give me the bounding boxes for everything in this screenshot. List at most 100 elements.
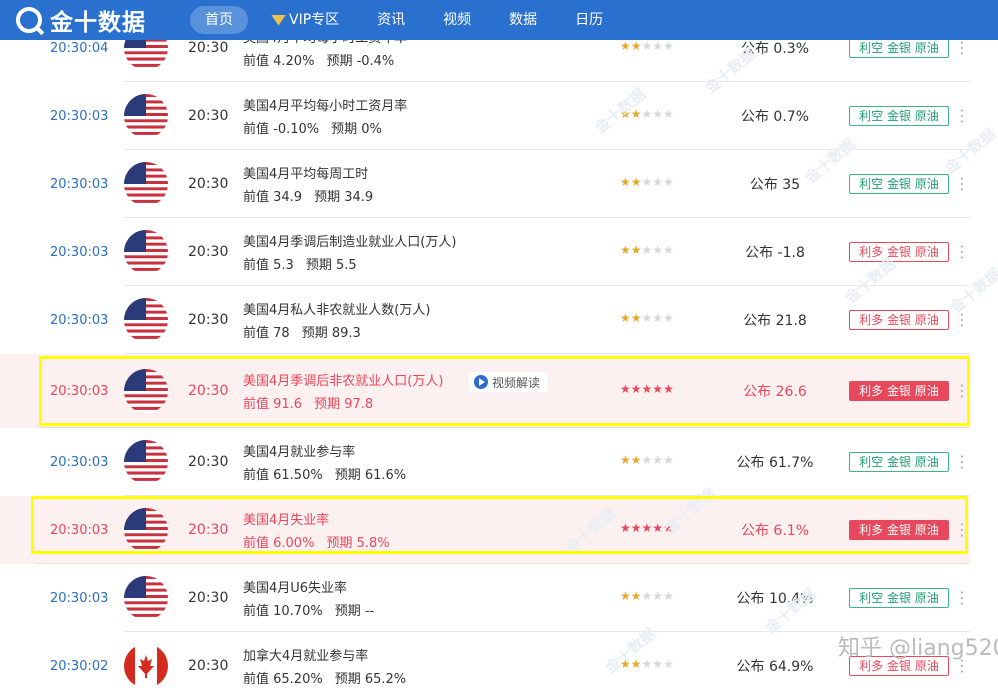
star-icon: ★ <box>652 382 664 396</box>
impact-tag: 利空 金银 原油 <box>849 174 949 194</box>
star-icon: ★ <box>630 175 642 189</box>
table-row[interactable]: 20:30:03 20:30 美国4月就业参与率 前值 61.50% 预期 61.6% ★… <box>0 428 970 496</box>
indicator-values: 前值 34.9 预期 34.9 <box>243 186 373 205</box>
actual-value: 公布 -1.8 <box>745 245 805 261</box>
indicator-title[interactable]: 美国4月私人非农就业人数(万人) <box>243 299 430 318</box>
expected-value: 预期 -0.4% <box>326 54 395 69</box>
indicator-title[interactable]: 美国4月季调后非农就业人口(万人) <box>243 370 443 389</box>
expected-value: 预期 65.2% <box>334 672 407 687</box>
indicator-values: 前值 91.6 预期 97.8 <box>243 393 373 412</box>
nav-item[interactable]: 数据 <box>494 6 552 34</box>
nav-item[interactable]: 日历 <box>560 6 618 34</box>
more-options-icon[interactable]: ⋮ <box>954 312 970 337</box>
publish-time: 20:30:03 <box>50 522 109 538</box>
importance-stars: ★★★★★ <box>620 243 674 257</box>
publish-time: 20:30:03 <box>50 244 109 260</box>
top-nav-bar: 金十数据 首页 VIP专区 资讯 视频 数据 日历 <box>0 0 998 40</box>
actual-value: 公布 10.4% <box>736 591 814 607</box>
more-options-icon[interactable]: ⋮ <box>954 590 970 615</box>
actual-value: 公布 26.6 <box>743 384 807 400</box>
table-row[interactable]: 20:30:03 20:30 美国4月失业率 前值 6.00% 预期 5.8% ★★★★★… <box>0 496 970 564</box>
table-row[interactable]: 20:30:03 20:30 美国4月U6失业率 前值 10.70% 预期 -- ★★★★… <box>0 564 970 632</box>
indicator-title[interactable]: 美国4月就业参与率 <box>243 441 355 460</box>
actual-value: 公布 64.9% <box>736 659 814 675</box>
nav-item-label: 视频 <box>443 12 472 28</box>
table-row[interactable]: 20:30:03 20:30 美国4月平均每小时工资月率 前值 -0.10% 预期 0%… <box>0 82 970 150</box>
previous-value: 前值 61.50% <box>243 468 323 483</box>
star-icon: ★ <box>641 243 653 257</box>
actual-value: 公布 35 <box>749 177 801 193</box>
indicator-values: 前值 65.20% 预期 65.2% <box>243 668 406 687</box>
table-row[interactable]: 20:30:03 20:30 美国4月季调后制造业就业人口(万人) 前值 5.3 预期 … <box>0 218 970 286</box>
impact-tag: 利多 金银 原油 <box>849 310 949 330</box>
table-row[interactable]: 20:30:03 20:30 美国4月季调后非农就业人口(万人) 视频解读 前值 91.… <box>0 354 970 428</box>
previous-value: 前值 6.00% <box>243 536 315 551</box>
us-flag-icon <box>124 162 168 206</box>
previous-value: 前值 -0.10% <box>243 122 320 137</box>
star-icon: ★ <box>620 589 631 603</box>
star-icon: ★ <box>641 657 653 671</box>
publish-time: 20:30:03 <box>50 108 109 124</box>
publish-time: 20:30:03 <box>50 454 109 470</box>
nav-item[interactable]: 视频 <box>428 6 486 34</box>
scheduled-time: 20:30 <box>188 244 229 260</box>
star-icon: ★ <box>652 107 664 121</box>
us-flag-icon <box>124 508 168 552</box>
star-icon: ★ <box>663 243 674 257</box>
table-row[interactable]: 20:30:03 20:30 美国4月平均每周工时 前值 34.9 预期 34.9 ★★★… <box>0 150 970 218</box>
importance-stars: ★★★★★ <box>620 382 674 396</box>
video-label: 视频解读 <box>492 375 541 390</box>
star-icon: ★ <box>663 39 674 53</box>
nav-item[interactable]: 首页 <box>190 6 248 34</box>
indicator-title[interactable]: 美国4月平均每小时工资月率 <box>243 95 407 114</box>
more-options-icon[interactable]: ⋮ <box>954 658 970 683</box>
more-options-icon[interactable]: ⋮ <box>954 176 970 201</box>
star-icon: ★ <box>652 453 664 467</box>
star-icon: ★ <box>652 39 664 53</box>
star-icon: ★ <box>630 107 642 121</box>
nav-item[interactable]: 资讯 <box>362 6 420 34</box>
nav-item[interactable]: VIP专区 <box>256 6 354 34</box>
page: 20:30:0420:30美国4月平均每小时工资年率前值 4.20%预期 -0.… <box>0 0 998 690</box>
importance-stars: ★★★★★ <box>620 107 674 121</box>
indicator-values: 前值 78 预期 89.3 <box>243 322 361 341</box>
star-icon: ★ <box>620 382 631 396</box>
indicator-title[interactable]: 美国4月U6失业率 <box>243 577 347 596</box>
publish-time: 20:30:03 <box>50 590 109 606</box>
more-options-icon[interactable]: ⋮ <box>954 522 970 547</box>
table-row[interactable]: 20:30:03 20:30 美国4月私人非农就业人数(万人) 前值 78 预期 89.… <box>0 286 970 354</box>
previous-value: 前值 5.3 <box>243 258 294 273</box>
star-icon: ★ <box>663 589 674 603</box>
importance-stars: ★★★★★ <box>620 39 674 53</box>
importance-stars: ★★★★★ <box>620 657 674 671</box>
more-options-icon[interactable]: ⋮ <box>954 40 970 65</box>
nav-item-label: 数据 <box>509 12 538 28</box>
impact-tag: 利空 金银 原油 <box>849 38 949 58</box>
previous-value: 前值 91.6 <box>243 397 303 412</box>
star-icon: ★ <box>641 382 653 396</box>
zhihu-watermark: 知乎 @liang520 <box>838 636 998 661</box>
indicator-title[interactable]: 美国4月平均每周工时 <box>243 163 368 182</box>
previous-value: 前值 34.9 <box>243 190 303 205</box>
scheduled-time: 20:30 <box>188 590 229 606</box>
impact-tag: 利空 金银 原油 <box>849 106 949 126</box>
indicator-title[interactable]: 美国4月季调后制造业就业人口(万人) <box>243 231 456 250</box>
table-row[interactable]: 20:30:02 20:30 加拿大4月就业参与率 前值 65.20% 预期 65.2%… <box>0 632 970 690</box>
indicator-values: 前值 5.3 预期 5.5 <box>243 254 357 273</box>
star-icon: ★ <box>663 453 674 467</box>
indicator-title[interactable]: 加拿大4月就业参与率 <box>243 645 368 664</box>
star-icon: ★ <box>630 657 642 671</box>
scheduled-time: 20:30 <box>188 176 229 192</box>
expected-value: 预期 61.6% <box>334 468 407 483</box>
impact-tag: 利多 金银 原油 <box>849 520 949 540</box>
indicator-title[interactable]: 美国4月失业率 <box>243 509 329 528</box>
more-options-icon[interactable]: ⋮ <box>954 244 970 269</box>
more-options-icon[interactable]: ⋮ <box>954 108 970 133</box>
star-icon: ★ <box>641 589 653 603</box>
more-options-icon[interactable]: ⋮ <box>954 383 970 408</box>
star-icon: ★ <box>620 107 631 121</box>
site-logo[interactable]: 金十数据 <box>16 3 176 37</box>
more-options-icon[interactable]: ⋮ <box>954 454 970 479</box>
video-button[interactable]: 视频解读 <box>468 372 549 392</box>
star-icon: ★ <box>630 243 642 257</box>
